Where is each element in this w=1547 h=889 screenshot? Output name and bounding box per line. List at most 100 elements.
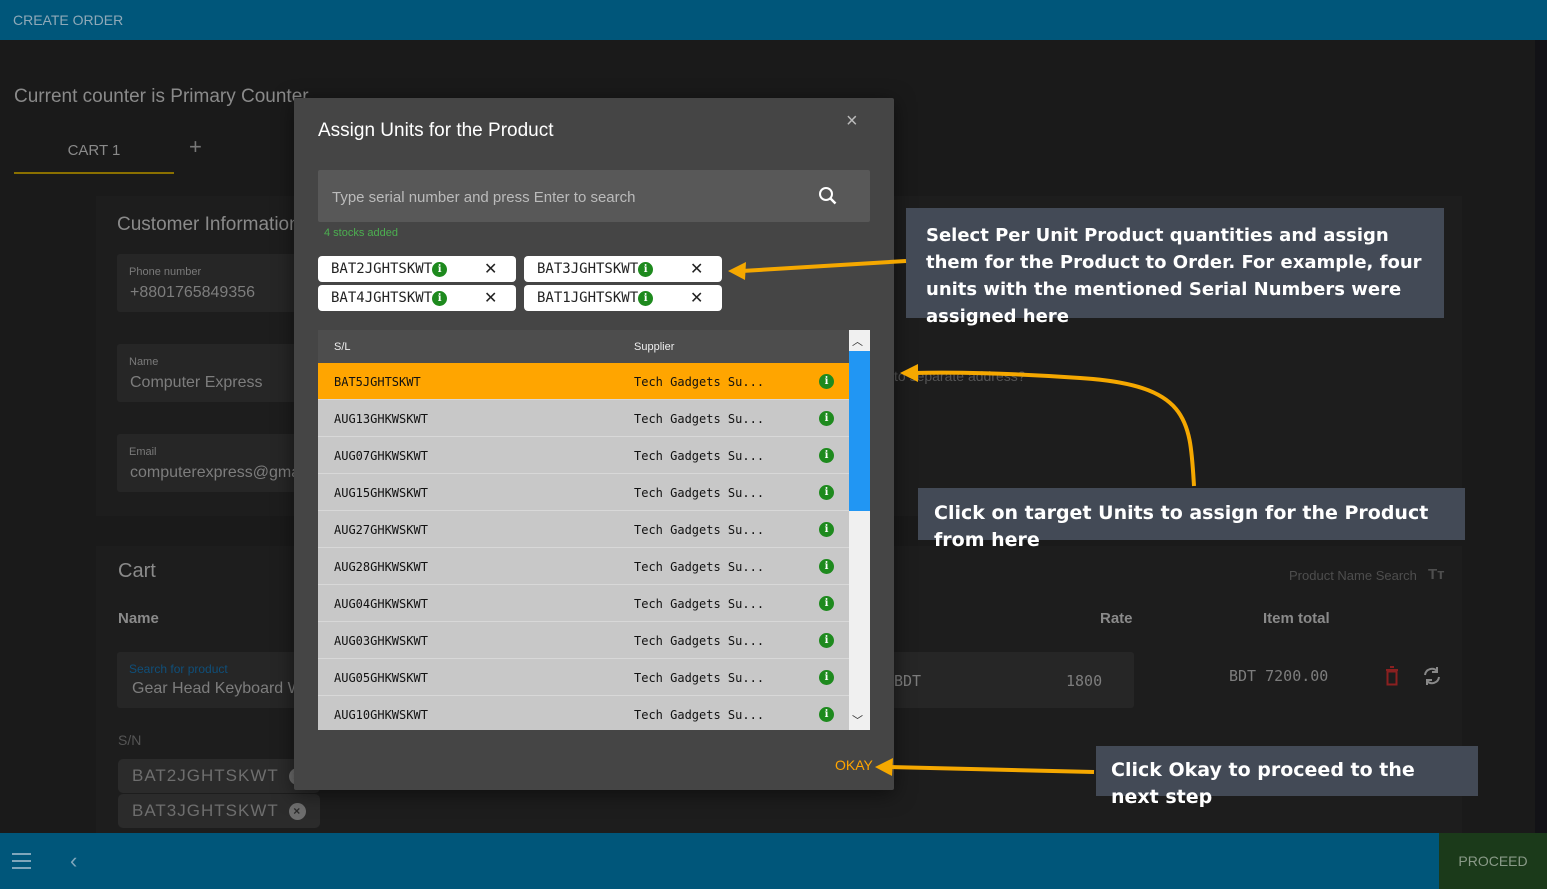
callout-chips: Select Per Unit Product quantities and a…	[906, 208, 1444, 327]
table-row[interactable]: AUG13GHKWSKWT Tech Gadgets Su... i	[318, 400, 849, 437]
row-serial: AUG28GHKWSKWT	[334, 560, 428, 574]
info-icon[interactable]: i	[638, 290, 654, 306]
table-row[interactable]: AUG04GHKWSKWT Tech Gadgets Su... i	[318, 585, 849, 622]
product-search-label: Search for product	[129, 662, 228, 676]
row-supplier: Tech Gadgets Su...	[634, 708, 765, 722]
unit-chip: BAT2JGHTSKWT i ✕	[318, 256, 516, 282]
search-placeholder: Type serial number and press Enter to se…	[332, 189, 636, 206]
back-icon[interactable]: ‹	[70, 848, 77, 874]
sn-label: S/N	[118, 732, 142, 748]
text-size-icon[interactable]: Tт	[1428, 566, 1445, 583]
email-field[interactable]: Email computerexpress@gmail.com	[117, 434, 297, 492]
phone-field[interactable]: Phone number +8801765849356	[117, 254, 297, 312]
remove-chip-icon[interactable]: ×	[288, 802, 306, 820]
row-serial: BAT5JGHTSKWT	[334, 375, 421, 389]
trash-icon[interactable]	[1385, 666, 1399, 686]
sn-chip: BAT2JGHTSKWT×	[118, 759, 320, 793]
col-sl: S/L	[334, 341, 351, 353]
info-icon[interactable]: i	[819, 522, 834, 537]
scroll-down-icon[interactable]: ﹀	[852, 712, 863, 728]
info-icon[interactable]: i	[819, 559, 834, 574]
serial-search-input[interactable]: Type serial number and press Enter to se…	[318, 170, 870, 222]
info-icon[interactable]: i	[819, 596, 834, 611]
col-rate: Rate	[1100, 610, 1133, 627]
table-header: S/L Supplier	[318, 330, 849, 363]
top-bar: CREATE ORDER	[0, 0, 1547, 40]
okay-button[interactable]: OKAY	[835, 757, 873, 773]
scroll-up-icon[interactable]: ︿	[852, 333, 863, 349]
col-item-total: Item total	[1263, 610, 1330, 627]
phone-label: Phone number	[129, 266, 202, 278]
table-row[interactable]: BAT5JGHTSKWT Tech Gadgets Su... i	[318, 363, 849, 400]
product-search-field[interactable]: Search for product Gear Head Keyboard Wir…	[117, 652, 307, 708]
units-table: S/L Supplier BAT5JGHTSKWT Tech Gadgets Su.…	[318, 330, 849, 730]
table-row[interactable]: AUG28GHKWSKWT Tech Gadgets Su... i	[318, 548, 849, 585]
product-value: Gear Head Keyboard Wired	[132, 680, 307, 697]
search-icon[interactable]	[818, 186, 838, 206]
row-serial: AUG03GHKWSKWT	[334, 634, 428, 648]
separate-address-label[interactable]: to separate address?	[894, 368, 1026, 384]
table-row[interactable]: AUG15GHKWSKWT Tech Gadgets Su... i	[318, 474, 849, 511]
info-icon[interactable]: i	[819, 707, 834, 722]
stocks-added-count: 4 stocks added	[324, 227, 398, 239]
row-supplier: Tech Gadgets Su...	[634, 523, 765, 537]
email-label: Email	[129, 446, 157, 458]
unit-chip: BAT1JGHTSKWT i ✕	[524, 285, 722, 311]
name-field[interactable]: Name Computer Express	[117, 344, 297, 402]
info-icon[interactable]: i	[819, 485, 834, 500]
row-serial: AUG27GHKWSKWT	[334, 523, 428, 537]
refresh-icon[interactable]	[1421, 666, 1443, 686]
callout-okay: Click Okay to proceed to the next step	[1096, 746, 1478, 808]
info-icon[interactable]: i	[819, 448, 834, 463]
remove-chip-icon[interactable]: ✕	[484, 288, 497, 307]
row-supplier: Tech Gadgets Su...	[634, 634, 765, 648]
info-icon[interactable]: i	[819, 670, 834, 685]
row-supplier: Tech Gadgets Su...	[634, 560, 765, 574]
scrollbar-thumb[interactable]	[849, 351, 870, 511]
row-serial: AUG05GHKWSKWT	[334, 671, 428, 685]
info-icon[interactable]: i	[432, 290, 448, 306]
table-scrollbar[interactable]: ︿ ﹀	[849, 330, 870, 730]
info-icon[interactable]: i	[819, 411, 834, 426]
menu-icon[interactable]	[12, 853, 31, 869]
row-serial: AUG04GHKWSKWT	[334, 597, 428, 611]
rate-field[interactable]: BDT 1800	[886, 652, 1134, 708]
table-row[interactable]: AUG05GHKWSKWT Tech Gadgets Su... i	[318, 659, 849, 696]
chip-label: BAT2JGHTSKWT	[331, 261, 433, 277]
callout-table: Click on target Units to assign for the …	[918, 488, 1465, 551]
remove-chip-icon[interactable]: ✕	[484, 259, 497, 278]
tab-cart-1[interactable]: CART 1	[14, 128, 174, 174]
remove-chip-icon[interactable]: ✕	[690, 288, 703, 307]
row-serial: AUG15GHKWSKWT	[334, 486, 428, 500]
add-tab-button[interactable]: +	[189, 134, 202, 160]
col-supplier: Supplier	[634, 341, 675, 353]
product-name-search[interactable]: Product Name Search	[1289, 568, 1417, 583]
unit-chip: BAT3JGHTSKWT i ✕	[524, 256, 722, 282]
rate-currency: BDT	[894, 672, 922, 690]
item-total-value: BDT 7200.00	[1229, 667, 1329, 685]
row-supplier: Tech Gadgets Su...	[634, 597, 765, 611]
close-icon[interactable]: ×	[846, 110, 858, 133]
row-serial: AUG13GHKWSKWT	[334, 412, 428, 426]
row-supplier: Tech Gadgets Su...	[634, 449, 765, 463]
row-supplier: Tech Gadgets Su...	[634, 486, 765, 500]
table-row[interactable]: AUG10GHKWSKWT Tech Gadgets Su... i	[318, 696, 849, 730]
table-row[interactable]: AUG27GHKWSKWT Tech Gadgets Su... i	[318, 511, 849, 548]
table-row[interactable]: AUG07GHKWSKWT Tech Gadgets Su... i	[318, 437, 849, 474]
sn-chip: BAT3JGHTSKWT ×	[118, 794, 320, 828]
row-supplier: Tech Gadgets Su...	[634, 412, 765, 426]
remove-chip-icon[interactable]: ✕	[690, 259, 703, 278]
info-icon[interactable]: i	[819, 633, 834, 648]
info-icon[interactable]: i	[819, 374, 834, 389]
info-icon[interactable]: i	[638, 261, 654, 277]
proceed-button[interactable]: PROCEED	[1439, 833, 1547, 889]
modal-title: Assign Units for the Product	[318, 120, 554, 141]
chip-label: BAT4JGHTSKWT	[331, 290, 433, 306]
info-icon[interactable]: i	[432, 261, 448, 277]
sn-chip-label: BAT3JGHTSKWT	[132, 801, 279, 820]
name-value: Computer Express	[130, 374, 263, 391]
row-supplier: Tech Gadgets Su...	[634, 375, 765, 389]
row-serial: AUG10GHKWSKWT	[334, 708, 428, 722]
table-row[interactable]: AUG03GHKWSKWT Tech Gadgets Su... i	[318, 622, 849, 659]
bottom-bar: ‹	[0, 833, 1547, 889]
